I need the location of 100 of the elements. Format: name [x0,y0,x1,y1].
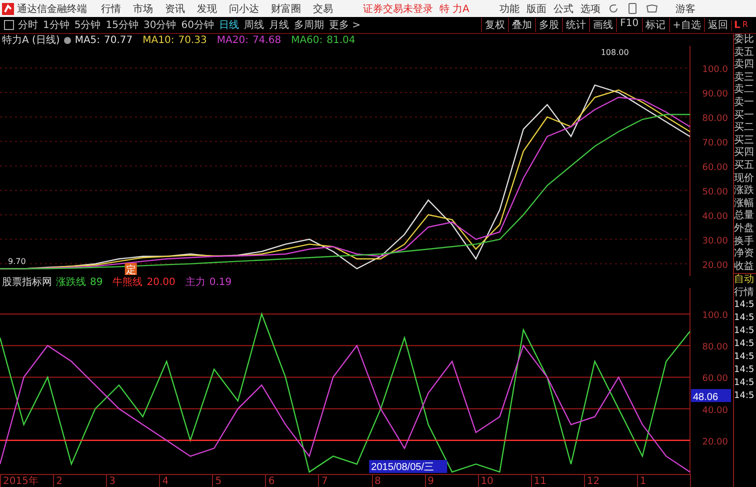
axis-label: 40.00 [702,212,728,222]
quote-label: 卖三 [734,72,755,84]
axis-label: 30.00 [702,236,728,246]
toolbar-button[interactable]: 复权 [481,18,508,32]
toolbar-button[interactable]: 多股 [535,18,562,32]
quote-label: 卖一 [734,96,755,110]
price-label: 9.70 [8,257,26,266]
legend-value: 70.33 [178,34,207,46]
axis-label: 70.00 [702,138,728,148]
legend-name: MA20: [216,34,248,46]
period-tab[interactable]: 更多 > [328,18,361,32]
date-label: 10 [478,475,531,487]
period-tab[interactable]: 分时 [18,18,38,32]
menu-item[interactable]: 行情 [101,2,121,16]
menu-item[interactable]: 版面 [526,2,546,16]
axis-label: 60.00 [702,374,728,384]
axis-label: 80.00 [702,342,728,353]
quote-label: 买二 [734,122,755,135]
date-label: 4 [159,475,212,487]
period-tab[interactable]: 5分钟 [74,18,101,32]
quote-label: 换手 [734,236,755,248]
legend-value: 89 [90,276,103,288]
period-tab[interactable]: 15分钟 [106,18,138,32]
panel-toggle-icon[interactable] [4,20,14,30]
legend-value: 20.00 [146,276,176,288]
menu-item[interactable]: 财富圈 [271,2,301,16]
quote-label: 收益 [734,260,755,274]
date-label: 11 [530,475,584,487]
menu-item[interactable]: 选项 [580,2,600,16]
axis-label: 100.0 [702,65,728,76]
period-tab[interactable]: 30分钟 [143,18,176,32]
menu-item[interactable]: 问小达 [229,2,259,16]
legend-name: MA5: [74,34,100,46]
axis-label: 60.00 [702,162,728,173]
legend-value: 81.04 [326,34,356,46]
quote-label: 涨跌 [734,185,755,198]
quote-label: 买一 [734,110,755,122]
right-label[interactable]: R [742,20,748,30]
menu-item[interactable]: 公式 [553,2,574,16]
date-label: 5 [212,475,266,487]
quote-label: 外盘 [734,222,755,236]
toolbar-button[interactable]: 叠加 [508,18,536,32]
app-title: 通达信金融终端 [17,2,87,16]
menu-item[interactable]: 交易 [313,2,333,16]
auto-tab[interactable]: 自动 [734,273,756,287]
date-label: 2 [53,475,106,487]
tick-time: 14:5 [734,364,756,378]
toolbar-button[interactable]: 返回 [704,18,731,32]
period-tab[interactable]: 多周期 [294,18,324,32]
axis-label: 90.00 [702,90,728,100]
axis-label: 40.00 [702,406,728,416]
cursor-value: 48.06 [691,389,731,404]
legend-value: 0.19 [209,276,232,288]
date-label: 9 [424,475,478,487]
period-tab[interactable]: 日线 [218,18,239,32]
toolbar-button[interactable]: +自选 [668,18,704,32]
legend-name: MA10: [142,34,174,46]
menu-item[interactable]: 资讯 [165,2,185,16]
period-tab[interactable]: 1分钟 [43,18,70,32]
annotation: 2015/08/05/三 [371,462,434,473]
axis-label: 50.00 [702,187,728,198]
quote-label: 卖四 [734,59,755,72]
quote-label: 现价 [734,172,755,184]
marker-tag: 定 [124,263,137,276]
period-tab[interactable]: 60分钟 [181,18,214,32]
settings-icon[interactable] [64,36,71,44]
tick-time: 14:5 [734,312,756,326]
date-label: 3 [106,475,160,487]
refresh-icon[interactable] [608,3,620,14]
menu-item[interactable]: 发现 [197,2,217,16]
legend-value: 74.68 [252,34,282,46]
tick-time: 14:5 [734,299,756,312]
period-tab[interactable]: 周线 [244,18,264,32]
toolbar-button[interactable]: 标记 [642,18,669,32]
user-label[interactable]: 游客 [675,2,696,16]
quote-tab[interactable]: 行情 [734,286,756,300]
indicator-name: 特力A (日线) [2,34,60,47]
tick-time: 14:5 [734,351,756,364]
tick-time: 14:5 [734,338,756,352]
cursor-date: 2015/08/05/三 [369,460,448,473]
axis-label: 80.00 [702,114,728,124]
quote-label: 买五 [734,160,755,173]
app-logo-icon[interactable] [2,2,14,14]
phone-icon[interactable] [628,3,638,14]
left-label[interactable]: L [734,20,740,30]
quote-label: 卖二 [734,84,755,96]
tick-time: 14:5 [734,390,756,404]
menu-item[interactable]: 功能 [499,2,520,16]
menu-item[interactable]: 市场 [133,2,153,16]
toolbar-button[interactable]: 画线 [589,18,616,32]
period-tab[interactable]: 月线 [268,18,289,32]
toolbar-button[interactable]: 统计 [562,18,590,32]
message-icon[interactable] [646,4,658,14]
quote-label: 涨幅 [734,198,755,210]
tick-time: 14:5 [734,325,756,338]
axis-label: 100.0 [702,311,728,321]
toolbar-button[interactable]: F10 [616,18,642,32]
quote-label: 总量 [734,210,755,223]
date-label: 1 [636,475,690,487]
quote-label: 买四 [734,147,755,160]
